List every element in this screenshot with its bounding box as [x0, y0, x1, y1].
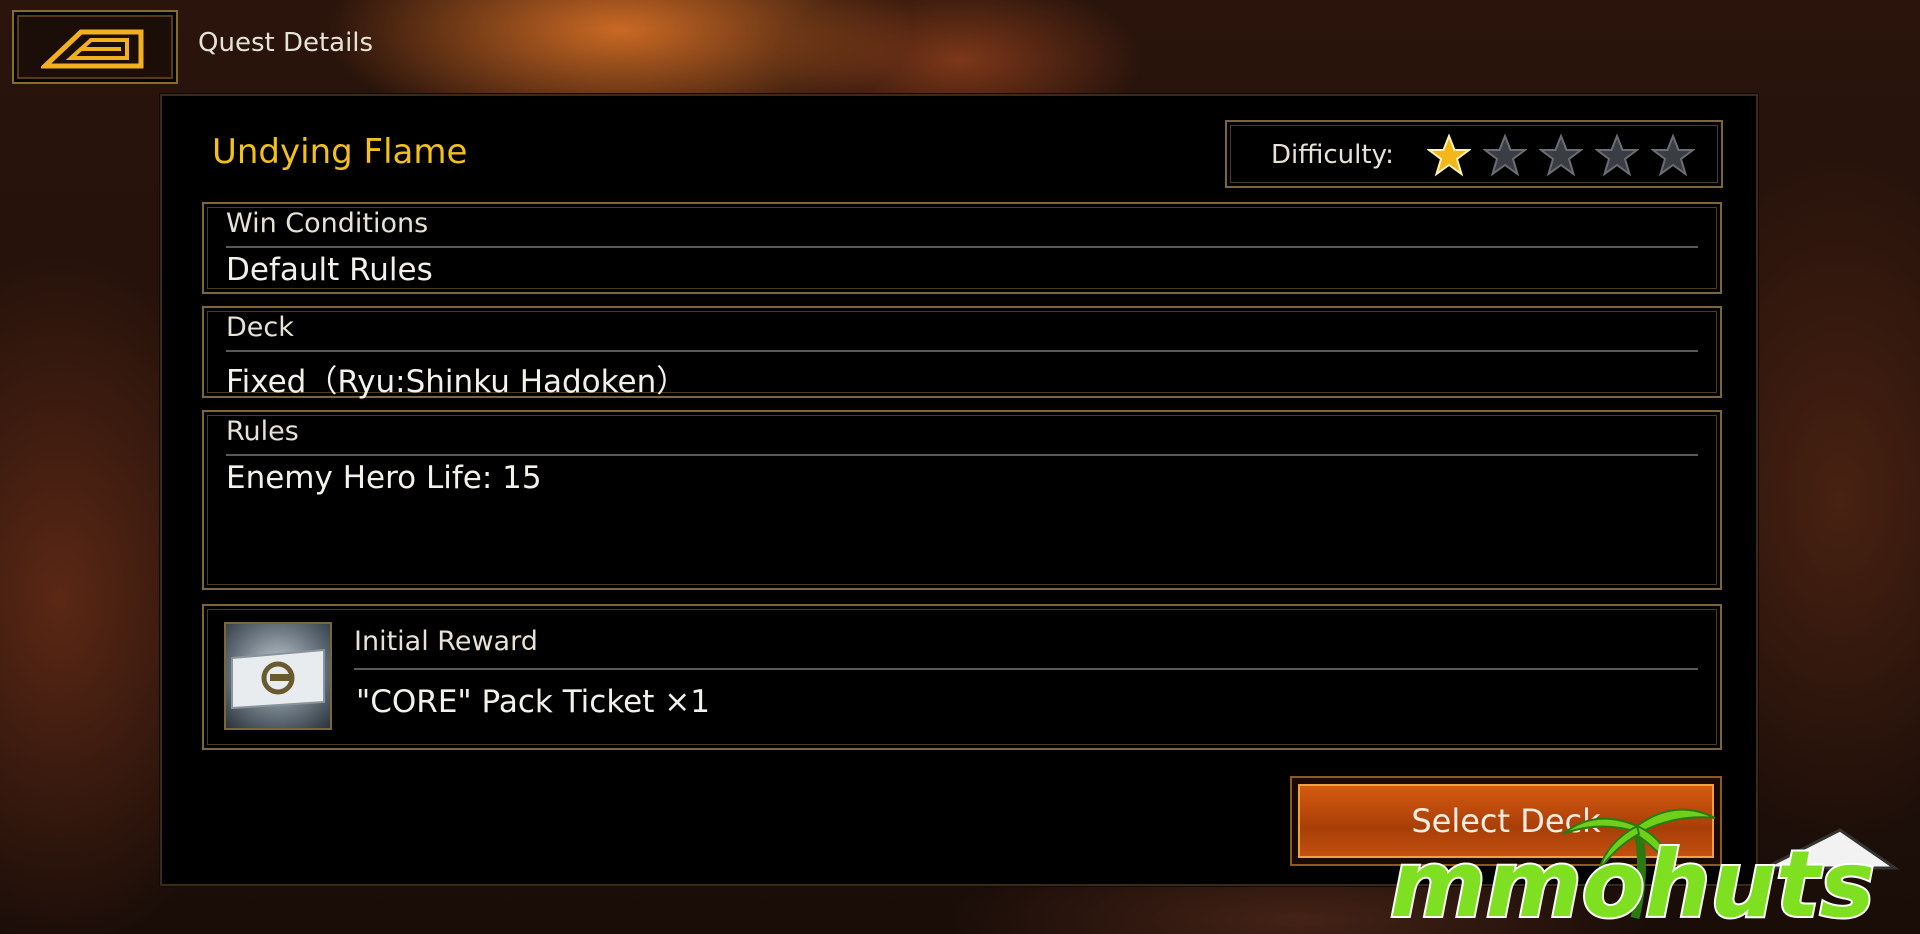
win-conditions-label: Win Conditions [226, 208, 429, 239]
initial-reward-section: Initial Reward "CORE" Pack Ticket ×1 [202, 604, 1722, 750]
divider [226, 350, 1698, 352]
divider [226, 246, 1698, 248]
watermark-text: mmohuts [1390, 831, 1875, 928]
deck-section: Deck Fixed（Ryu:Shinku Hadoken） [202, 306, 1722, 400]
divider [226, 454, 1698, 456]
quest-name: Undying Flame [212, 132, 468, 172]
star-filled-icon [1427, 134, 1471, 177]
difficulty-label: Difficulty: [1271, 140, 1394, 170]
back-button[interactable] [12, 10, 178, 84]
star-empty-icon [1483, 134, 1527, 177]
deck-value: Fixed（Ryu:Shinku Hadoken） [226, 364, 688, 400]
rules-label: Rules [226, 416, 299, 447]
difficulty-box: Difficulty: [1225, 120, 1723, 188]
reward-label: Initial Reward [354, 626, 538, 657]
rules-section: Rules Enemy Hero Life: 15 [202, 410, 1722, 590]
screen-title: Quest Details [198, 28, 374, 58]
win-conditions-value: Default Rules [226, 252, 433, 288]
rules-value: Enemy Hero Life: 15 [226, 460, 542, 496]
star-empty-icon [1595, 134, 1639, 177]
quest-details-panel: Undying Flame Difficulty: Win Conditions… [160, 94, 1758, 886]
star-empty-icon [1539, 134, 1583, 177]
mmohuts-logo: mmohuts [1388, 808, 1900, 928]
deck-label: Deck [226, 312, 294, 343]
difficulty-stars [1427, 134, 1695, 178]
divider [354, 668, 1698, 670]
pack-ticket-icon [224, 622, 332, 730]
win-conditions-section: Win Conditions Default Rules [202, 202, 1722, 294]
reward-value: "CORE" Pack Ticket ×1 [356, 684, 710, 720]
star-empty-icon [1651, 134, 1695, 177]
back-arrow-icon [41, 29, 144, 69]
